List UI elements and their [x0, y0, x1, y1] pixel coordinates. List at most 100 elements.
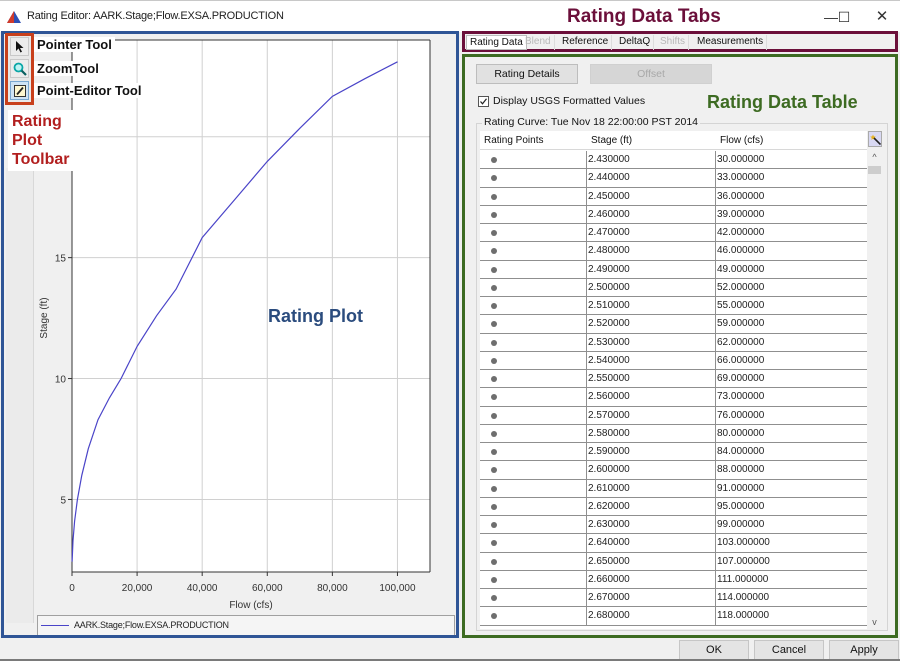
column-header-stage[interactable]: Stage (ft): [591, 135, 632, 146]
table-row[interactable]: 2.600000 88.000000: [480, 461, 867, 480]
rating-point-cell[interactable]: [480, 169, 586, 187]
table-row[interactable]: 2.650000 107.000000: [480, 552, 867, 571]
rating-details-button[interactable]: Rating Details: [476, 64, 578, 84]
rating-point-cell[interactable]: [480, 352, 586, 370]
flow-cell[interactable]: 84.000000: [715, 443, 867, 461]
stage-cell[interactable]: 2.490000: [586, 260, 715, 279]
flow-cell[interactable]: 88.000000: [715, 461, 867, 480]
rating-point-cell[interactable]: [480, 607, 586, 625]
table-row[interactable]: 2.560000 73.000000: [480, 388, 867, 407]
flow-cell[interactable]: 33.000000: [715, 169, 867, 188]
tab-deltaq[interactable]: DeltaQ: [616, 35, 655, 50]
stage-cell[interactable]: 2.530000: [586, 333, 715, 352]
flow-cell[interactable]: 62.000000: [715, 333, 867, 352]
table-row[interactable]: 2.480000 46.000000: [480, 242, 867, 261]
rating-point-cell[interactable]: [480, 297, 586, 315]
rating-point-cell[interactable]: [480, 516, 586, 534]
rating-point-cell[interactable]: [480, 370, 586, 388]
stage-cell[interactable]: 2.670000: [586, 589, 715, 607]
stage-cell[interactable]: 2.640000: [586, 534, 715, 553]
table-row[interactable]: 2.430000 30.000000: [480, 151, 867, 170]
close-button[interactable]: ✕: [867, 6, 897, 28]
flow-cell[interactable]: 69.000000: [715, 370, 867, 388]
flow-cell[interactable]: 49.000000: [715, 260, 867, 279]
table-row[interactable]: 2.510000 55.000000: [480, 297, 867, 316]
rating-point-cell[interactable]: [480, 261, 586, 279]
rating-point-cell[interactable]: [480, 589, 586, 607]
flow-cell[interactable]: 55.000000: [715, 297, 867, 315]
table-scrollbar[interactable]: ^ v: [867, 150, 882, 629]
rating-point-cell[interactable]: [480, 553, 586, 571]
rating-point-cell[interactable]: [480, 242, 586, 260]
table-row[interactable]: 2.440000 33.000000: [480, 169, 867, 188]
stage-cell[interactable]: 2.540000: [586, 351, 715, 370]
table-row[interactable]: 2.610000 91.000000: [480, 479, 867, 498]
maximize-button[interactable]: ☐: [829, 6, 859, 28]
column-header-rating-points[interactable]: Rating Points: [484, 135, 543, 146]
table-row[interactable]: 2.500000 52.000000: [480, 278, 867, 297]
stage-cell[interactable]: 2.520000: [586, 315, 715, 334]
table-row[interactable]: 2.620000 95.000000: [480, 497, 867, 516]
stage-cell[interactable]: 2.430000: [586, 151, 715, 169]
flow-cell[interactable]: 39.000000: [715, 205, 867, 224]
stage-cell[interactable]: 2.580000: [586, 424, 715, 443]
tab-rating-data[interactable]: Rating Data: [466, 35, 527, 50]
flow-cell[interactable]: 91.000000: [715, 479, 867, 498]
flow-cell[interactable]: 52.000000: [715, 278, 867, 297]
flow-cell[interactable]: 107.000000: [715, 552, 867, 571]
rating-point-cell[interactable]: [480, 279, 586, 297]
table-row[interactable]: 2.530000 62.000000: [480, 333, 867, 352]
table-row[interactable]: 2.540000 66.000000: [480, 351, 867, 370]
stage-cell[interactable]: 2.610000: [586, 479, 715, 498]
flow-cell[interactable]: 36.000000: [715, 187, 867, 206]
table-row[interactable]: 2.590000 84.000000: [480, 443, 867, 462]
rating-point-cell[interactable]: [480, 534, 586, 552]
stage-cell[interactable]: 2.550000: [586, 370, 715, 388]
table-row[interactable]: 2.470000 42.000000: [480, 224, 867, 243]
table-row[interactable]: 2.450000 36.000000: [480, 187, 867, 206]
column-header-flow[interactable]: Flow (cfs): [720, 135, 763, 146]
flow-cell[interactable]: 95.000000: [715, 497, 867, 516]
stage-cell[interactable]: 2.500000: [586, 278, 715, 297]
rating-point-cell[interactable]: [480, 315, 586, 333]
flow-cell[interactable]: 111.000000: [715, 570, 867, 589]
display-usgs-checkbox[interactable]: [478, 96, 489, 107]
flow-cell[interactable]: 118.000000: [715, 607, 867, 626]
ok-button[interactable]: OK: [679, 640, 749, 660]
table-row[interactable]: 2.660000 111.000000: [480, 570, 867, 589]
tab-measurements[interactable]: Measurements: [694, 35, 768, 50]
table-row[interactable]: 2.640000 103.000000: [480, 534, 867, 553]
rating-point-cell[interactable]: [480, 461, 586, 479]
point-editor-tool-button[interactable]: [10, 81, 29, 100]
table-settings-button[interactable]: [868, 131, 882, 147]
rating-point-cell[interactable]: [480, 498, 586, 516]
stage-cell[interactable]: 2.480000: [586, 242, 715, 261]
rating-point-cell[interactable]: [480, 407, 586, 425]
rating-point-cell[interactable]: [480, 443, 586, 461]
flow-cell[interactable]: 66.000000: [715, 351, 867, 370]
rating-point-cell[interactable]: [480, 188, 586, 206]
pointer-tool-button[interactable]: [10, 37, 29, 56]
table-row[interactable]: 2.520000 59.000000: [480, 315, 867, 334]
flow-cell[interactable]: 103.000000: [715, 534, 867, 553]
table-row[interactable]: 2.670000 114.000000: [480, 589, 867, 608]
table-row[interactable]: 2.630000 99.000000: [480, 516, 867, 535]
scroll-down-button[interactable]: v: [867, 615, 882, 629]
flow-cell[interactable]: 30.000000: [715, 151, 867, 169]
flow-cell[interactable]: 99.000000: [715, 516, 867, 534]
apply-button[interactable]: Apply: [829, 640, 899, 660]
zoom-tool-button[interactable]: [10, 59, 29, 78]
table-row[interactable]: 2.680000 118.000000: [480, 607, 867, 626]
scroll-up-button[interactable]: ^: [867, 150, 882, 164]
rating-point-cell[interactable]: [480, 480, 586, 498]
table-row[interactable]: 2.490000 49.000000: [480, 260, 867, 279]
flow-cell[interactable]: 76.000000: [715, 406, 867, 425]
table-row[interactable]: 2.550000 69.000000: [480, 370, 867, 389]
flow-cell[interactable]: 80.000000: [715, 424, 867, 443]
stage-cell[interactable]: 2.510000: [586, 297, 715, 315]
stage-cell[interactable]: 2.470000: [586, 224, 715, 242]
flow-cell[interactable]: 114.000000: [715, 589, 867, 607]
rating-point-cell[interactable]: [480, 206, 586, 224]
cancel-button[interactable]: Cancel: [754, 640, 824, 660]
table-row[interactable]: 2.580000 80.000000: [480, 424, 867, 443]
